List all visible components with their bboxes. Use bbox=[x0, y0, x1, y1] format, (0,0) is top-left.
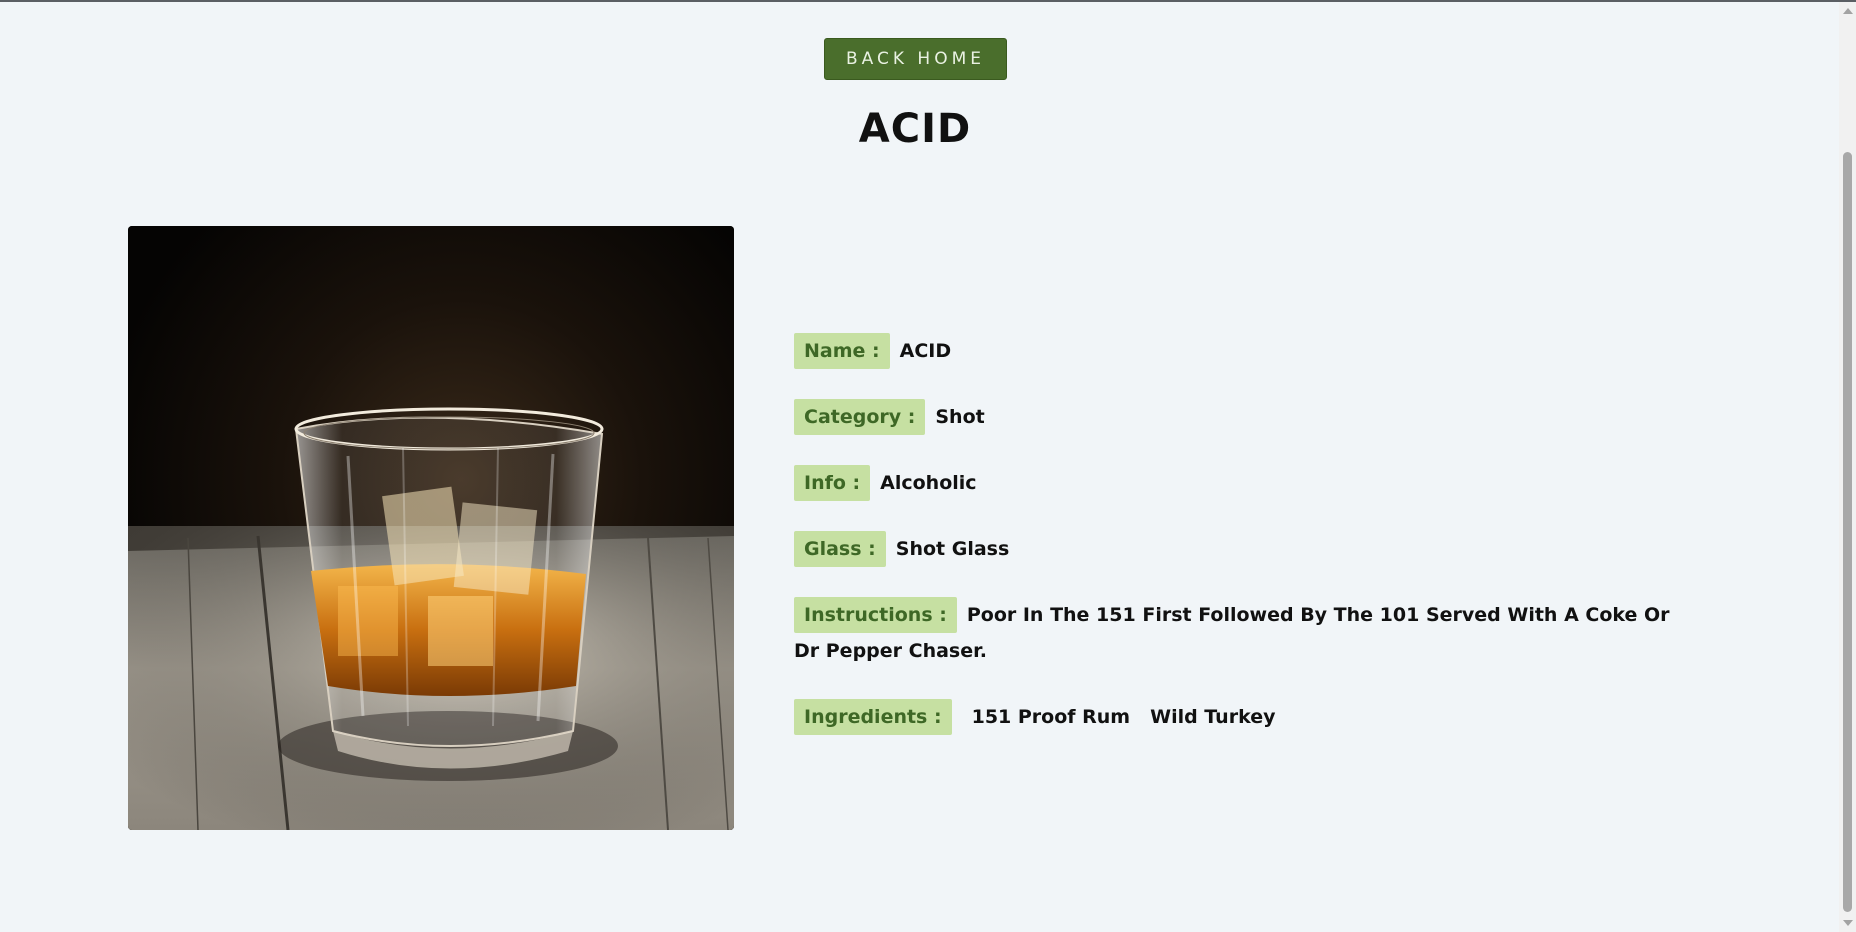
name-value: ACID bbox=[899, 340, 952, 362]
instructions-row: Instructions : Poor In The 151 First Foll… bbox=[794, 597, 1694, 669]
window-top-border bbox=[0, 0, 1856, 2]
info-value: Alcoholic bbox=[880, 472, 977, 494]
back-home-button[interactable]: BACK HOME bbox=[824, 38, 1007, 80]
page-title: ACID bbox=[858, 106, 972, 152]
scroll-down-arrow-icon[interactable] bbox=[1843, 920, 1853, 926]
name-label: Name : bbox=[794, 333, 890, 369]
glass-value: Shot Glass bbox=[895, 538, 1010, 560]
category-label: Category : bbox=[794, 399, 926, 435]
vertical-scrollbar[interactable] bbox=[1839, 2, 1856, 932]
instructions-label: Instructions : bbox=[794, 597, 957, 633]
scroll-thumb[interactable] bbox=[1843, 152, 1852, 912]
scroll-up-arrow-icon[interactable] bbox=[1843, 8, 1853, 14]
info-row: Info : Alcoholic bbox=[794, 465, 977, 501]
glass-label: Glass : bbox=[794, 531, 886, 567]
category-row: Category : Shot bbox=[794, 399, 985, 435]
ingredient-item: Wild Turkey bbox=[1150, 706, 1276, 728]
ingredient-item: 151 Proof Rum bbox=[971, 706, 1131, 728]
glass-row: Glass : Shot Glass bbox=[794, 531, 1009, 567]
category-value: Shot bbox=[935, 406, 985, 428]
drink-image bbox=[128, 226, 734, 830]
info-label: Info : bbox=[794, 465, 871, 501]
ingredients-label: Ingredients : bbox=[794, 699, 952, 735]
ingredients-row: Ingredients : 151 Proof Rum Wild Turkey bbox=[794, 699, 1285, 735]
name-row: Name : ACID bbox=[794, 333, 951, 369]
